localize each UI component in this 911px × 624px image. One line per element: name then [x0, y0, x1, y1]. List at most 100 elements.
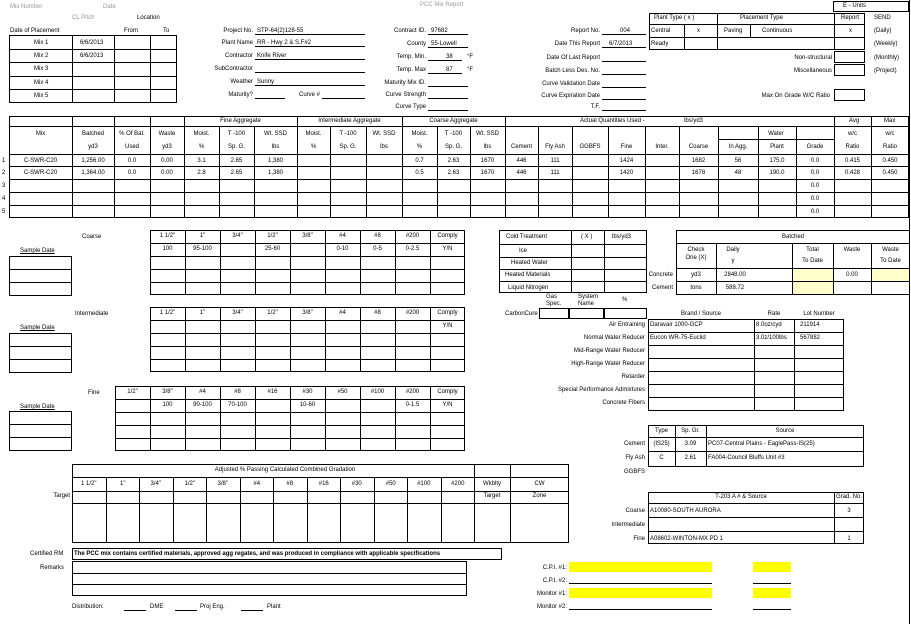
mix-cell-cm[interactable]: 0.5 [402, 170, 437, 177]
mix-cell-flyash[interactable]: 111 [538, 170, 572, 177]
mix-cell-max[interactable]: 0.450 [871, 158, 909, 165]
cementitious-source[interactable]: PC07-Central Plains - EaglePass-IS(25) [708, 441, 815, 448]
county-value[interactable]: 55-Lowell [431, 41, 457, 48]
report-no-value[interactable]: 004 [620, 28, 630, 35]
mix-cell-grade[interactable]: 0.0 [796, 158, 834, 165]
cpi1-field[interactable] [569, 562, 712, 572]
batch-label: Batch Less Des. No. [545, 68, 600, 74]
concrete-total-cell[interactable] [793, 269, 833, 281]
row-number: 2 [2, 170, 6, 176]
admix-rate[interactable]: 8.0oz/cyd [756, 322, 782, 329]
admix-brand[interactable]: Eucon WR-75-Euclid [650, 335, 706, 342]
t203-source[interactable]: A10080-SOUTH AURORA [650, 508, 721, 515]
mix-cell-plant[interactable]: 175.0 [758, 158, 796, 165]
mix-cell-grade[interactable]: 0.0 [796, 209, 834, 216]
mix-cell-inagg[interactable]: 56 [718, 158, 758, 165]
admix-lot[interactable]: 211914 [800, 322, 820, 329]
dme-label: DME [150, 604, 164, 610]
admix-label: Normal Water Reducer [583, 335, 645, 341]
mix-cell-max[interactable]: 0.450 [871, 170, 909, 177]
mix-cell-cw[interactable]: 1670 [470, 170, 505, 177]
cement-total-cell[interactable] [793, 282, 833, 294]
cpi1-date[interactable] [753, 562, 791, 572]
cpi2-label: C.P.I. #2: [542, 578, 567, 584]
mix-cell-fm[interactable]: 2.8 [184, 170, 219, 177]
monitor1-date[interactable] [753, 588, 791, 598]
mix-cell-coarse[interactable]: 1682 [679, 158, 718, 165]
mix-cell-avg[interactable]: 0.428 [834, 170, 871, 177]
plant-name-value[interactable]: RR - Hwy 2 & S.F#2 [257, 40, 311, 47]
mix2-date[interactable]: 6/6/2013 [80, 53, 103, 60]
mix-cell-cm[interactable]: 0.7 [402, 158, 437, 165]
mix-cell-waste[interactable]: 0.00 [150, 158, 184, 165]
hdr-plant: Plant [770, 144, 784, 150]
cementitious-spgr[interactable]: 2.61 [675, 455, 706, 462]
mix-cell-cs[interactable]: 2.63 [437, 158, 470, 165]
mix1-date[interactable]: 6/6/2013 [80, 40, 103, 47]
hdr-fine-moist: Moist. [193, 131, 210, 137]
cement-daily[interactable]: 588.72 [716, 285, 754, 292]
hdr-wc-max: w/c [885, 131, 895, 137]
target-label: Target [53, 493, 70, 499]
mix-cell-fine[interactable]: 1420 [608, 170, 645, 177]
remarks-box[interactable] [72, 561, 467, 596]
mix-cell-fine[interactable]: 1424 [608, 158, 645, 165]
mix-cell-cw[interactable]: 1670 [470, 158, 505, 165]
cementitious-type[interactable]: C [648, 455, 675, 462]
mix-cell-grade[interactable]: 0.0 [796, 170, 834, 177]
hdr-pct: % Of Bat. [119, 131, 145, 137]
mix-cell-fs[interactable]: 2.65 [219, 170, 254, 177]
temp-min-value[interactable]: 38 [446, 54, 453, 61]
mix-cell-inagg[interactable]: 48 [718, 170, 758, 177]
monitor1-field[interactable] [569, 588, 712, 598]
mix-cell-fw[interactable]: 1,380 [254, 158, 297, 165]
admix-rate[interactable]: 3.0z/100lbs [756, 335, 787, 342]
concrete-daily[interactable]: 2848.00 [716, 272, 754, 279]
mix-cell-grade[interactable]: 0.0 [796, 183, 834, 190]
mix-cell-pct[interactable]: 0.0 [114, 158, 150, 165]
t203-source[interactable]: A08602-WINTON-MX PD 1 [650, 536, 723, 543]
mix-cell-batched[interactable]: 1,364.00 [72, 170, 114, 177]
mix-cell-grade[interactable]: 0.0 [796, 196, 834, 203]
mix-cell-cement[interactable]: 446 [505, 170, 538, 177]
t203-grad[interactable]: 1 [834, 536, 864, 543]
mix-cell-waste[interactable]: 0.00 [150, 170, 184, 177]
contract-id-value[interactable]: 97682 [431, 28, 448, 35]
project-no-value[interactable]: STP-64(2)128-55 [257, 28, 303, 35]
distribution-label: Distribution: [72, 604, 104, 610]
contractor-value[interactable]: Knife River [257, 53, 286, 60]
mix-cell-mix[interactable]: C-SWR-C20 [9, 170, 72, 177]
sieve-header: #50 [337, 389, 348, 395]
adjusted-sieve: #30 [351, 481, 362, 487]
weather-value[interactable]: Sunny [257, 79, 274, 86]
cementitious-type[interactable]: (IS25) [648, 441, 675, 448]
plant-name-label: Plant Name [221, 40, 253, 46]
concrete-waste[interactable]: 0.00 [833, 272, 871, 279]
cementitious-source[interactable]: FA004-Council Bluffs Unit #3 [708, 455, 785, 462]
mix-cell-cement[interactable]: 446 [505, 158, 538, 165]
mix-cell-mix[interactable]: C-SWR-C20 [9, 158, 72, 165]
mix-cell-plant[interactable]: 190.0 [758, 170, 796, 177]
mix-cell-flyash[interactable]: 111 [538, 158, 572, 165]
concrete-waste-cell[interactable] [872, 269, 909, 281]
t203-grad[interactable]: 3 [834, 508, 864, 515]
pct-label: % [622, 297, 628, 303]
max-grade-label: Max On Grade W/C Ratio [761, 93, 830, 99]
admix-label: Retarder [621, 374, 645, 380]
mix-cell-pct[interactable]: 0.0 [114, 170, 150, 177]
mix-cell-fs[interactable]: 2.65 [219, 158, 254, 165]
mix-cell-coarse[interactable]: 1678 [679, 170, 718, 177]
date-report-value[interactable]: 6/7/2013 [609, 41, 632, 48]
temp-max-value[interactable]: 87 [446, 67, 453, 74]
admix-brand[interactable]: Daravair 1000-GCP [650, 322, 703, 329]
central-check[interactable]: x [697, 28, 700, 35]
hdr-fine-wtssd-2: lbs [271, 144, 280, 150]
mix-cell-fm[interactable]: 3.1 [184, 158, 219, 165]
admix-lot[interactable]: 567882 [800, 335, 820, 342]
mix-cell-avg[interactable]: 0.415 [834, 158, 871, 165]
mix-cell-fw[interactable]: 1,380 [254, 170, 297, 177]
mix-cell-cs[interactable]: 2.63 [437, 170, 470, 177]
cementitious-spgr[interactable]: 3.09 [675, 441, 706, 448]
report-check[interactable]: x [849, 28, 852, 35]
mix-cell-batched[interactable]: 1,256.00 [72, 158, 114, 165]
